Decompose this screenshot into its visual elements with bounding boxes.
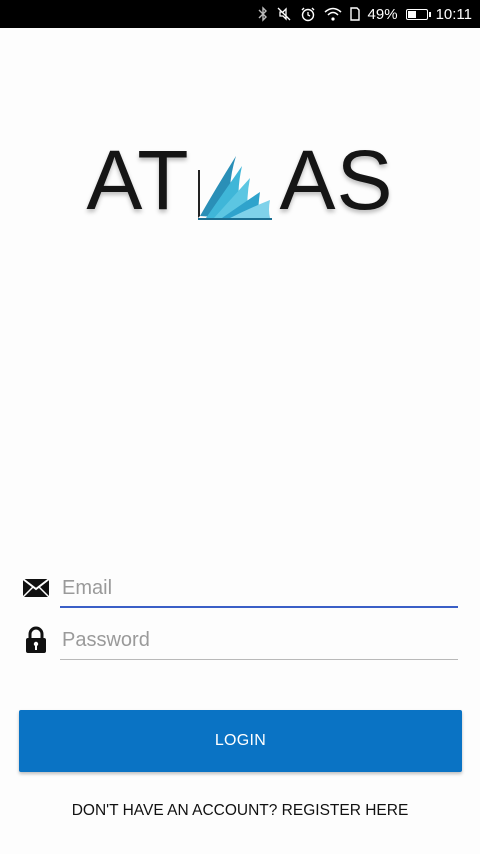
- login-button[interactable]: LOGIN: [19, 710, 462, 772]
- bluetooth-icon: [258, 6, 268, 22]
- wifi-icon: [324, 7, 342, 21]
- lock-icon: [22, 626, 50, 654]
- email-icon: [22, 574, 50, 602]
- email-input[interactable]: [62, 571, 458, 605]
- email-underline: [60, 606, 458, 608]
- app-logo: AT AS: [0, 110, 480, 250]
- register-link[interactable]: DON'T HAVE AN ACCOUNT? REGISTER HERE: [0, 802, 480, 820]
- book-icon: [196, 140, 274, 220]
- status-bar: 49% 10:11: [0, 0, 480, 28]
- logo-text-right: AS: [279, 133, 394, 227]
- password-field: [22, 620, 458, 660]
- password-underline: [60, 659, 458, 660]
- email-field: [22, 568, 458, 608]
- logo-text-left: AT: [86, 133, 190, 227]
- battery-fill: [407, 10, 416, 18]
- battery-percent: 49%: [367, 5, 398, 23]
- battery-icon: [405, 8, 431, 20]
- status-time: 10:11: [435, 5, 472, 23]
- mute-icon: [276, 6, 292, 22]
- sim-icon: [349, 7, 360, 21]
- password-input[interactable]: [62, 623, 458, 657]
- alarm-icon: [300, 6, 316, 22]
